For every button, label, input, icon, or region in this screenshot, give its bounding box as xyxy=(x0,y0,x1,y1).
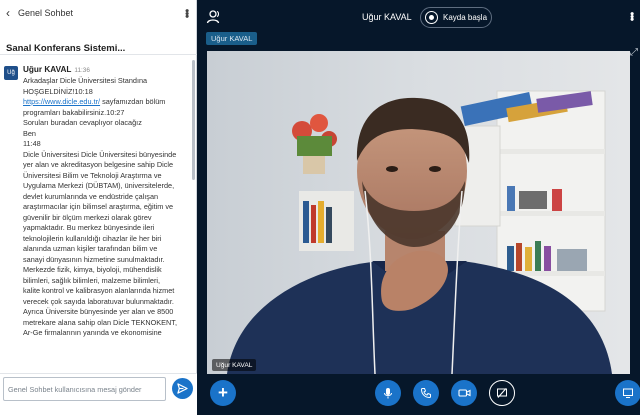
more-options-icon[interactable]: ••• xyxy=(181,9,193,18)
message-time: 11:36 xyxy=(74,67,90,74)
message-line: Uygulama Merkezi (DÜBTAM), üniversiteler… xyxy=(23,181,175,190)
welcome-text: Sanal Konferans Sistemi... xyxy=(6,43,126,54)
message-body: Uğur KAVAL 11:36 Arkadaşlar Dicle Ünivers… xyxy=(18,64,188,339)
message-line: teknolojilerin kullanıldığı cihazlar ile… xyxy=(23,233,162,243)
screen-share-button[interactable] xyxy=(489,380,515,406)
fullscreen-icon xyxy=(623,388,633,398)
message-line: kalite kontrol ve kalibrasyon alanlarınd… xyxy=(23,286,175,295)
expand-icon[interactable]: ⤢ xyxy=(630,47,638,58)
message-line-rest: sayfamızdan bölüm xyxy=(102,97,166,106)
plus-icon: + xyxy=(218,383,228,402)
message-sender: Uğur KAVAL xyxy=(23,65,72,74)
fullscreen-button[interactable] xyxy=(615,380,640,406)
chat-welcome-message: Sanal Konferans Sistemi... xyxy=(0,33,197,55)
chat-message: Uğ Uğur KAVAL 11:36 Arkadaşlar Dicle Üniv… xyxy=(4,64,188,339)
message-line: Dicle Üniversitesi Dicle Üniversitesi bü… xyxy=(23,149,177,159)
message-line: alanında uzman kişiler tarafından bilim … xyxy=(23,244,158,253)
message-line: güvenilir bir ölçüm merkezi olarak görev xyxy=(23,212,152,222)
message-line: Ayrıca Üniversite bünyesinde yer alan ve… xyxy=(23,307,174,316)
record-label: Kayda başla xyxy=(443,13,488,22)
microphone-icon xyxy=(384,388,392,399)
chat-message-list[interactable]: Uğ Uğur KAVAL 11:36 Arkadaşlar Dicle Üniv… xyxy=(0,60,192,372)
avatar: Uğ xyxy=(4,66,18,80)
message-line: https://www.dicle.edu.tr/ sayfamızdan bö… xyxy=(23,97,188,108)
message-link[interactable]: https://www.dicle.edu.tr/ xyxy=(23,97,100,106)
message-line: Ar-Ge firmalarının yanında ve ekonomisin… xyxy=(23,328,162,337)
message-line: Ben xyxy=(23,128,36,138)
message-line: yapmaktadır. Bu merkez bünyesinde ileri xyxy=(23,223,155,232)
webcam-video: Uğur KAVAL xyxy=(207,51,630,374)
message-text: Arkadaşlar Dicle Üniversitesi Standına H… xyxy=(23,76,188,339)
chat-message-input[interactable] xyxy=(3,377,166,401)
message-line: sanayi dünyasının hizmetine sunulmaktadı… xyxy=(23,254,165,264)
message-line: programları bakabilirsiniz.10:27 xyxy=(23,107,125,117)
audio-phone-button[interactable] xyxy=(413,380,439,406)
actions-button[interactable]: + xyxy=(210,380,236,406)
microphone-button[interactable] xyxy=(375,380,401,406)
message-header: Uğur KAVAL 11:36 xyxy=(23,64,188,76)
message-line: Soruları buradan cevaplıyor olacağız xyxy=(23,118,142,127)
record-button[interactable]: Kayda başla xyxy=(420,7,492,28)
webcam-scene xyxy=(207,51,630,374)
chat-title: Genel Sohbet xyxy=(18,8,74,18)
chevron-left-icon[interactable]: ‹ xyxy=(6,6,16,20)
chat-header: ‹ Genel Sohbet ••• xyxy=(0,0,197,26)
message-line: bilimleri, sağlık bilimleri, malzeme bil… xyxy=(23,275,161,285)
meeting-user-name: Uğur KAVAL xyxy=(362,12,412,22)
send-button[interactable] xyxy=(172,378,193,399)
options-menu-icon[interactable]: ••• xyxy=(625,12,637,21)
video-name-tag: Uğur KAVAL xyxy=(212,359,257,371)
screen-share-icon xyxy=(497,388,507,398)
message-line: verecek çok sayıda laboratuvar bulunmakt… xyxy=(23,296,174,306)
message-line: Arkadaşlar Dicle Üniversitesi Standına xyxy=(23,76,148,85)
send-icon xyxy=(177,383,188,394)
message-line: devlet kurumlarında ve endüstride çalışa… xyxy=(23,191,159,201)
video-camera-icon xyxy=(457,389,471,397)
message-line: HOŞGELDİNİZ!10:18 xyxy=(23,86,93,96)
record-icon xyxy=(425,11,438,24)
message-line: Üniversitesi Bilim ve Teknoloji Araştırm… xyxy=(23,170,162,180)
message-line: metrekare alana sahip olan Dicle TEKNOKE… xyxy=(23,317,177,327)
presenter-badge: Uğur KAVAL xyxy=(206,32,258,45)
phone-icon xyxy=(420,388,431,399)
message-line: araştırmacılar için bilimsel araştırma, … xyxy=(23,202,174,211)
main-area: Uğur KAVAL Kayda başla ••• Uğur KAVAL ⤢ xyxy=(197,0,640,415)
chat-input-area xyxy=(0,373,197,415)
message-line: 11:48 xyxy=(23,139,41,148)
chat-panel: ‹ Genel Sohbet ••• Sanal Konferans Siste… xyxy=(0,0,197,415)
chat-scrollbar[interactable] xyxy=(192,60,195,180)
message-line: Merkezde fizik, kimya, biyoloji, mühendi… xyxy=(23,265,162,274)
camera-button[interactable] xyxy=(451,380,477,406)
message-line: yer alan ve akreditasyon belgesine sahip… xyxy=(23,160,174,169)
